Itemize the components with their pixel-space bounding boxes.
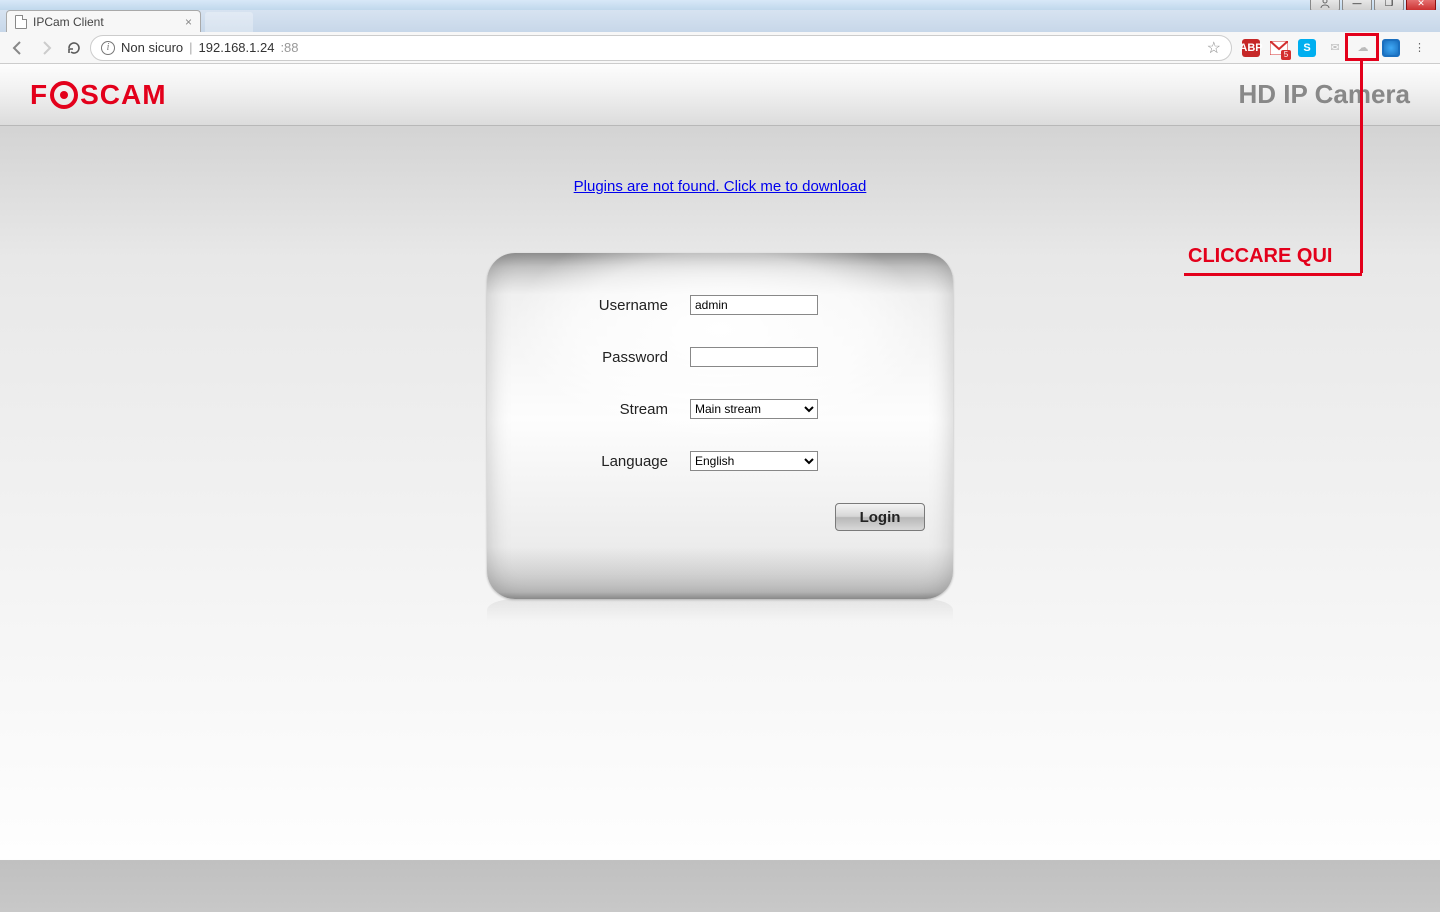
password-label: Password (535, 349, 690, 366)
username-input[interactable] (690, 295, 818, 315)
adblock-icon[interactable]: ABP (1242, 39, 1260, 57)
plugin-download-link[interactable]: Plugins are not found. Click me to downl… (0, 178, 1440, 195)
mail-icon[interactable]: ✉ (1326, 39, 1344, 57)
cloud-icon[interactable]: ☁ (1354, 39, 1372, 57)
gmail-icon[interactable]: 5 (1270, 39, 1288, 57)
login-card: Username Password Stream Main stream Lan… (487, 253, 953, 599)
nav-forward-button[interactable] (34, 36, 58, 60)
stream-select[interactable]: Main stream (690, 399, 818, 419)
language-select[interactable]: English (690, 451, 818, 471)
page-content: Plugins are not found. Click me to downl… (0, 178, 1440, 912)
extension-icons: ABP 5 S ✉ ☁ ⋮ (1236, 39, 1434, 57)
address-separator: | (189, 40, 192, 55)
browser-menu-button[interactable]: ⋮ (1410, 39, 1428, 57)
nav-back-button[interactable] (6, 36, 30, 60)
bookmark-star-icon[interactable]: ☆ (1207, 38, 1221, 58)
browser-toolbar: i Non sicuro | 192.168.1.24 :88 ☆ ABP 5 S… (0, 32, 1440, 64)
brand-logo: F SCAM (30, 79, 167, 111)
password-input[interactable] (690, 347, 818, 367)
new-tab-button[interactable] (205, 12, 253, 32)
address-port: :88 (280, 40, 298, 55)
browser-tab-active[interactable]: IPCam Client × (6, 10, 201, 32)
tab-title: IPCam Client (33, 15, 104, 29)
browser-tab-strip: IPCam Client × (0, 10, 1440, 32)
brand-prefix: F (30, 79, 48, 111)
product-title: HD IP Camera (1239, 79, 1411, 110)
page-header: F SCAM HD IP Camera (0, 64, 1440, 126)
tab-close-icon[interactable]: × (185, 15, 192, 29)
annotation-label: CLICCARE QUI (1188, 245, 1332, 268)
site-info-icon[interactable]: i (101, 41, 115, 55)
username-label: Username (535, 297, 690, 314)
login-button[interactable]: Login (835, 503, 925, 531)
reload-button[interactable] (62, 36, 86, 60)
language-label: Language (535, 453, 690, 470)
skype-icon[interactable]: S (1298, 39, 1316, 57)
page-icon (15, 15, 27, 29)
gmail-badge: 5 (1281, 50, 1291, 60)
window-titlebar: — ❐ ✕ (0, 0, 1440, 10)
stream-label: Stream (535, 401, 690, 418)
brand-suffix: SCAM (80, 79, 166, 111)
address-bar[interactable]: i Non sicuro | 192.168.1.24 :88 ☆ (90, 35, 1232, 61)
address-host: 192.168.1.24 (199, 40, 275, 55)
security-status: Non sicuro (121, 40, 183, 55)
card-reflection (487, 599, 953, 631)
ie-tab-icon[interactable] (1382, 39, 1400, 57)
brand-lens-icon (50, 81, 78, 109)
